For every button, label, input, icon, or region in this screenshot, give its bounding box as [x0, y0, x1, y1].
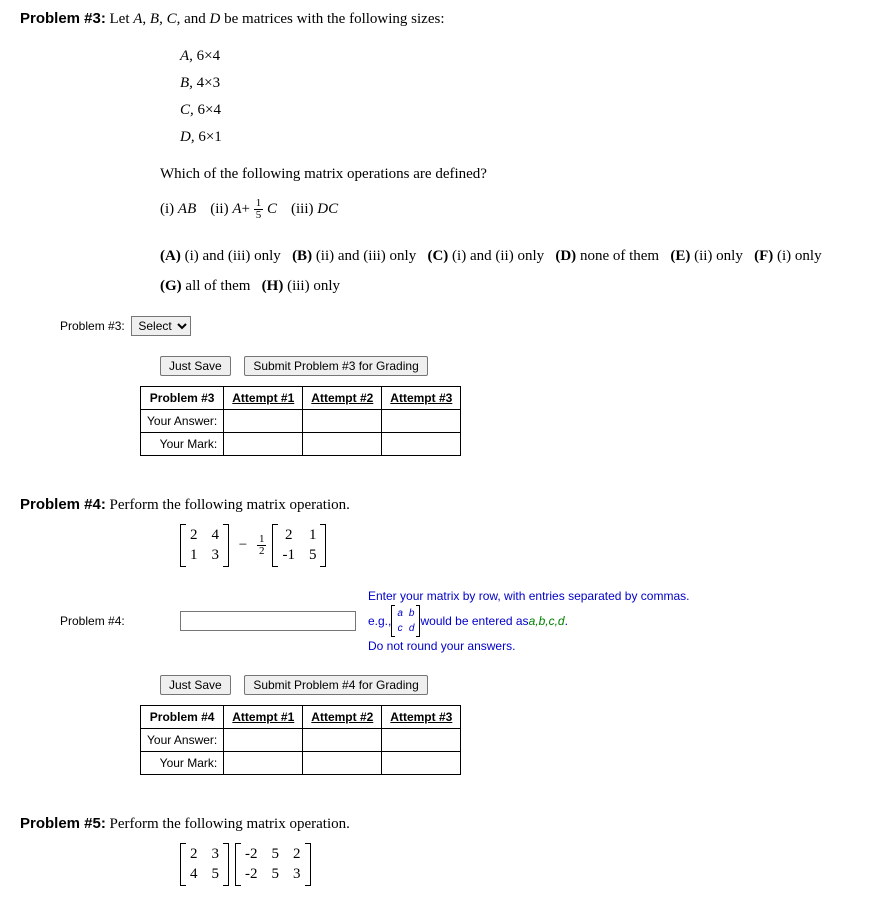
- cell: [303, 433, 382, 456]
- cell: [382, 752, 461, 775]
- problem-3-answer-row: Problem #3: Select: [60, 316, 850, 336]
- problem-4-content: 24 13 − 12 21 -15: [160, 524, 850, 567]
- problem-5: Problem #5: Perform the following matrix…: [20, 815, 850, 886]
- table-corner: Problem #4: [141, 706, 224, 729]
- problem-5-header: Problem #5:: [20, 815, 106, 832]
- cell: [303, 752, 382, 775]
- row-your-answer: Your Answer:: [141, 729, 224, 752]
- cell: [382, 729, 461, 752]
- problem-4-input[interactable]: [180, 611, 356, 631]
- problem-3-intro: Let A, B, C, and D be matrices with the …: [110, 11, 445, 27]
- problem-5-intro: Perform the following matrix operation.: [110, 816, 350, 832]
- problem-4: Problem #4: Perform the following matrix…: [20, 496, 850, 775]
- attempt-1-header[interactable]: Attempt #1: [224, 706, 303, 729]
- problem-3: Problem #3: Let A, B, C, and D be matric…: [20, 10, 850, 456]
- just-save-button[interactable]: Just Save: [160, 675, 231, 695]
- attempt-2-header[interactable]: Attempt #2: [303, 706, 382, 729]
- problem-4-answer-label: Problem #4:: [20, 614, 180, 628]
- problem-4-header: Problem #4:: [20, 496, 106, 513]
- row-your-answer: Your Answer:: [141, 410, 224, 433]
- operations-list: (i) AB (ii) A + 15 C (iii) DC: [160, 198, 850, 221]
- cell: [224, 433, 303, 456]
- matrix-A: 23 45: [180, 843, 229, 886]
- cell: [303, 410, 382, 433]
- cell: [303, 729, 382, 752]
- problem-5-expression: 23 45 -252 -253: [180, 843, 850, 886]
- problem-3-content: A, 6×4 B, 4×3 C, 6×4 D, 6×1 Which of the…: [160, 43, 850, 301]
- cell: [382, 433, 461, 456]
- matrix-sizes-list: A, 6×4 B, 4×3 C, 6×4 D, 6×1: [180, 43, 850, 151]
- submit-p4-button[interactable]: Submit Problem #4 for Grading: [244, 675, 427, 695]
- problem-4-intro: Perform the following matrix operation.: [110, 497, 350, 513]
- problem-3-attempts-table: Problem #3 Attempt #1 Attempt #2 Attempt…: [140, 386, 461, 456]
- matrix-B: 21 -15: [272, 524, 326, 567]
- problem-3-question: Which of the following matrix operations…: [160, 166, 850, 183]
- scalar-half: 12: [257, 534, 267, 557]
- matrix-B: -252 -253: [235, 843, 311, 886]
- problem-4-expression: 24 13 − 12 21 -15: [180, 524, 850, 567]
- problem-4-attempts-table: Problem #4 Attempt #1 Attempt #2 Attempt…: [140, 705, 461, 775]
- problem-3-answer-label: Problem #3:: [60, 319, 125, 333]
- cell: [224, 410, 303, 433]
- problem-4-input-row: Problem #4: Enter your matrix by row, wi…: [20, 587, 850, 655]
- attempt-1-header[interactable]: Attempt #1: [224, 387, 303, 410]
- problem-3-buttons: Just Save Submit Problem #3 for Grading: [160, 356, 850, 376]
- attempt-3-header[interactable]: Attempt #3: [382, 387, 461, 410]
- attempt-2-header[interactable]: Attempt #2: [303, 387, 382, 410]
- problem-3-header: Problem #3:: [20, 10, 106, 27]
- table-corner: Problem #3: [141, 387, 224, 410]
- row-your-mark: Your Mark:: [141, 752, 224, 775]
- cell: [224, 729, 303, 752]
- row-your-mark: Your Mark:: [141, 433, 224, 456]
- problem-5-content: 23 45 -252 -253: [160, 843, 850, 886]
- cell: [382, 410, 461, 433]
- submit-p3-button[interactable]: Submit Problem #3 for Grading: [244, 356, 427, 376]
- attempt-3-header[interactable]: Attempt #3: [382, 706, 461, 729]
- cell: [224, 752, 303, 775]
- problem-4-buttons: Just Save Submit Problem #4 for Grading: [160, 675, 850, 695]
- just-save-button[interactable]: Just Save: [160, 356, 231, 376]
- problem-3-select[interactable]: Select: [131, 316, 191, 336]
- answer-choices: (A) (i) and (iii) only (B) (ii) and (iii…: [160, 241, 850, 301]
- problem-4-hint: Enter your matrix by row, with entries s…: [368, 587, 689, 655]
- matrix-A: 24 13: [180, 524, 229, 567]
